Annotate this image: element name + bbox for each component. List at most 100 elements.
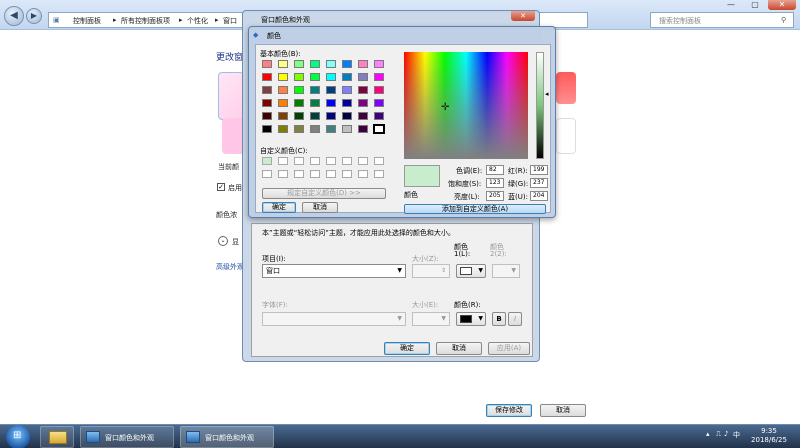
luminance-input[interactable]: 205 (486, 191, 504, 201)
forward-button[interactable]: ▶ (26, 8, 42, 24)
basic-color-swatch[interactable] (374, 60, 384, 68)
color-spectrum[interactable]: ✛ (404, 52, 528, 159)
ok-button[interactable]: 确定 (262, 202, 296, 213)
basic-color-swatch[interactable] (294, 73, 304, 81)
apply-button[interactable]: 应用(A) (488, 342, 530, 355)
basic-color-swatch[interactable] (326, 112, 336, 120)
basic-color-swatch[interactable] (358, 73, 368, 81)
basic-color-swatch[interactable] (262, 73, 272, 81)
basic-color-swatch[interactable] (310, 60, 320, 68)
basic-color-swatch[interactable] (342, 125, 352, 133)
basic-color-swatch[interactable] (278, 99, 288, 107)
basic-color-swatch[interactable] (278, 112, 288, 120)
basic-color-swatch[interactable] (326, 125, 336, 133)
show-hidden-icons-icon[interactable]: ▴ (706, 430, 710, 438)
start-button[interactable]: ⊞ (6, 425, 30, 448)
basic-color-swatch[interactable] (358, 125, 368, 133)
custom-color-swatch[interactable] (278, 157, 288, 165)
basic-color-swatch[interactable] (373, 124, 385, 134)
luminance-arrow-icon[interactable]: ◂ (545, 90, 549, 98)
color-tile[interactable] (218, 72, 244, 120)
custom-color-swatch[interactable] (374, 157, 384, 165)
basic-color-swatch[interactable] (294, 112, 304, 120)
breadcrumb-item[interactable]: 窗口 (223, 16, 237, 26)
ime-indicator[interactable]: 中 (733, 430, 740, 440)
explorer-taskbar-button[interactable] (40, 426, 74, 448)
basic-color-swatch[interactable] (262, 125, 272, 133)
basic-color-swatch[interactable] (310, 99, 320, 107)
basic-color-swatch[interactable] (358, 60, 368, 68)
basic-color-swatch[interactable] (374, 99, 384, 107)
basic-color-swatch[interactable] (326, 86, 336, 94)
add-to-custom-colors-button[interactable]: 添加到自定义颜色(A) (404, 204, 546, 214)
custom-color-swatch[interactable] (358, 170, 368, 178)
bold-button[interactable]: B (492, 312, 506, 326)
basic-color-swatch[interactable] (278, 125, 288, 133)
color2-button[interactable]: ▼ (492, 264, 520, 278)
maximize-button[interactable]: ▢ (744, 0, 766, 10)
font-size-select[interactable]: ▼ (412, 312, 450, 326)
color-tile[interactable] (556, 118, 576, 154)
basic-color-swatch[interactable] (262, 60, 272, 68)
basic-color-swatch[interactable] (294, 60, 304, 68)
clock[interactable]: 9:35 2018/6/25 (744, 427, 794, 445)
font-select[interactable]: ▼ (262, 312, 406, 326)
volume-icon[interactable]: ♪ (724, 430, 728, 438)
basic-color-swatch[interactable] (342, 99, 352, 107)
custom-color-swatch[interactable] (262, 157, 272, 165)
page-cancel-button[interactable]: 取消 (540, 404, 586, 417)
basic-color-swatch[interactable] (278, 73, 288, 81)
minimize-button[interactable]: — (720, 0, 742, 10)
basic-color-swatch[interactable] (358, 99, 368, 107)
transparency-checkbox[interactable]: ✓ (217, 183, 225, 191)
luminance-slider[interactable] (536, 52, 544, 159)
basic-color-swatch[interactable] (310, 86, 320, 94)
basic-color-swatch[interactable] (294, 99, 304, 107)
breadcrumb-item[interactable]: 控制面板 (73, 16, 101, 26)
custom-color-swatch[interactable] (294, 157, 304, 165)
red-input[interactable]: 199 (530, 165, 548, 175)
taskbar-item[interactable]: 窗口颜色和外观 (180, 426, 274, 448)
color-tile[interactable] (556, 72, 576, 104)
saturation-input[interactable]: 123 (486, 178, 504, 188)
basic-color-swatch[interactable] (342, 60, 352, 68)
back-button[interactable]: ◀ (4, 6, 24, 26)
basic-color-swatch[interactable] (342, 86, 352, 94)
save-changes-button[interactable]: 保存修改 (486, 404, 532, 417)
basic-color-swatch[interactable] (342, 73, 352, 81)
ok-button[interactable]: 确定 (384, 342, 430, 355)
expand-chevron-icon[interactable]: ⌄ (218, 236, 228, 246)
basic-color-swatch[interactable] (326, 73, 336, 81)
custom-color-swatch[interactable] (342, 157, 352, 165)
basic-color-swatch[interactable] (278, 60, 288, 68)
custom-color-swatch[interactable] (374, 170, 384, 178)
blue-input[interactable]: 204 (530, 191, 548, 201)
custom-color-swatch[interactable] (342, 170, 352, 178)
custom-color-swatch[interactable] (358, 157, 368, 165)
network-icon[interactable]: ⎍ (716, 430, 721, 439)
basic-color-swatch[interactable] (374, 86, 384, 94)
close-button[interactable]: ✕ (768, 0, 796, 10)
basic-color-swatch[interactable] (310, 125, 320, 133)
custom-color-swatch[interactable] (262, 170, 272, 178)
basic-color-swatch[interactable] (374, 112, 384, 120)
basic-color-swatch[interactable] (326, 60, 336, 68)
basic-color-swatch[interactable] (278, 86, 288, 94)
search-input[interactable]: 搜索控制面板 ⚲ (650, 12, 794, 28)
font-color-button[interactable]: ▼ (456, 312, 486, 326)
basic-color-swatch[interactable] (358, 112, 368, 120)
breadcrumb-item[interactable]: 个性化 (187, 16, 208, 26)
basic-color-swatch[interactable] (294, 125, 304, 133)
advanced-appearance-link[interactable]: 高级外观 (216, 262, 244, 272)
basic-color-swatch[interactable] (310, 73, 320, 81)
custom-color-swatch[interactable] (326, 170, 336, 178)
custom-color-swatch[interactable] (326, 157, 336, 165)
basic-color-swatch[interactable] (262, 112, 272, 120)
custom-color-swatch[interactable] (310, 157, 320, 165)
define-custom-colors-button[interactable]: 规定自定义颜色(D) >> (262, 188, 386, 199)
color1-button[interactable]: ▼ (456, 264, 486, 278)
basic-color-swatch[interactable] (374, 73, 384, 81)
basic-color-swatch[interactable] (262, 86, 272, 94)
cancel-button[interactable]: 取消 (436, 342, 482, 355)
taskbar-item[interactable]: 窗口颜色和外观 (80, 426, 174, 448)
